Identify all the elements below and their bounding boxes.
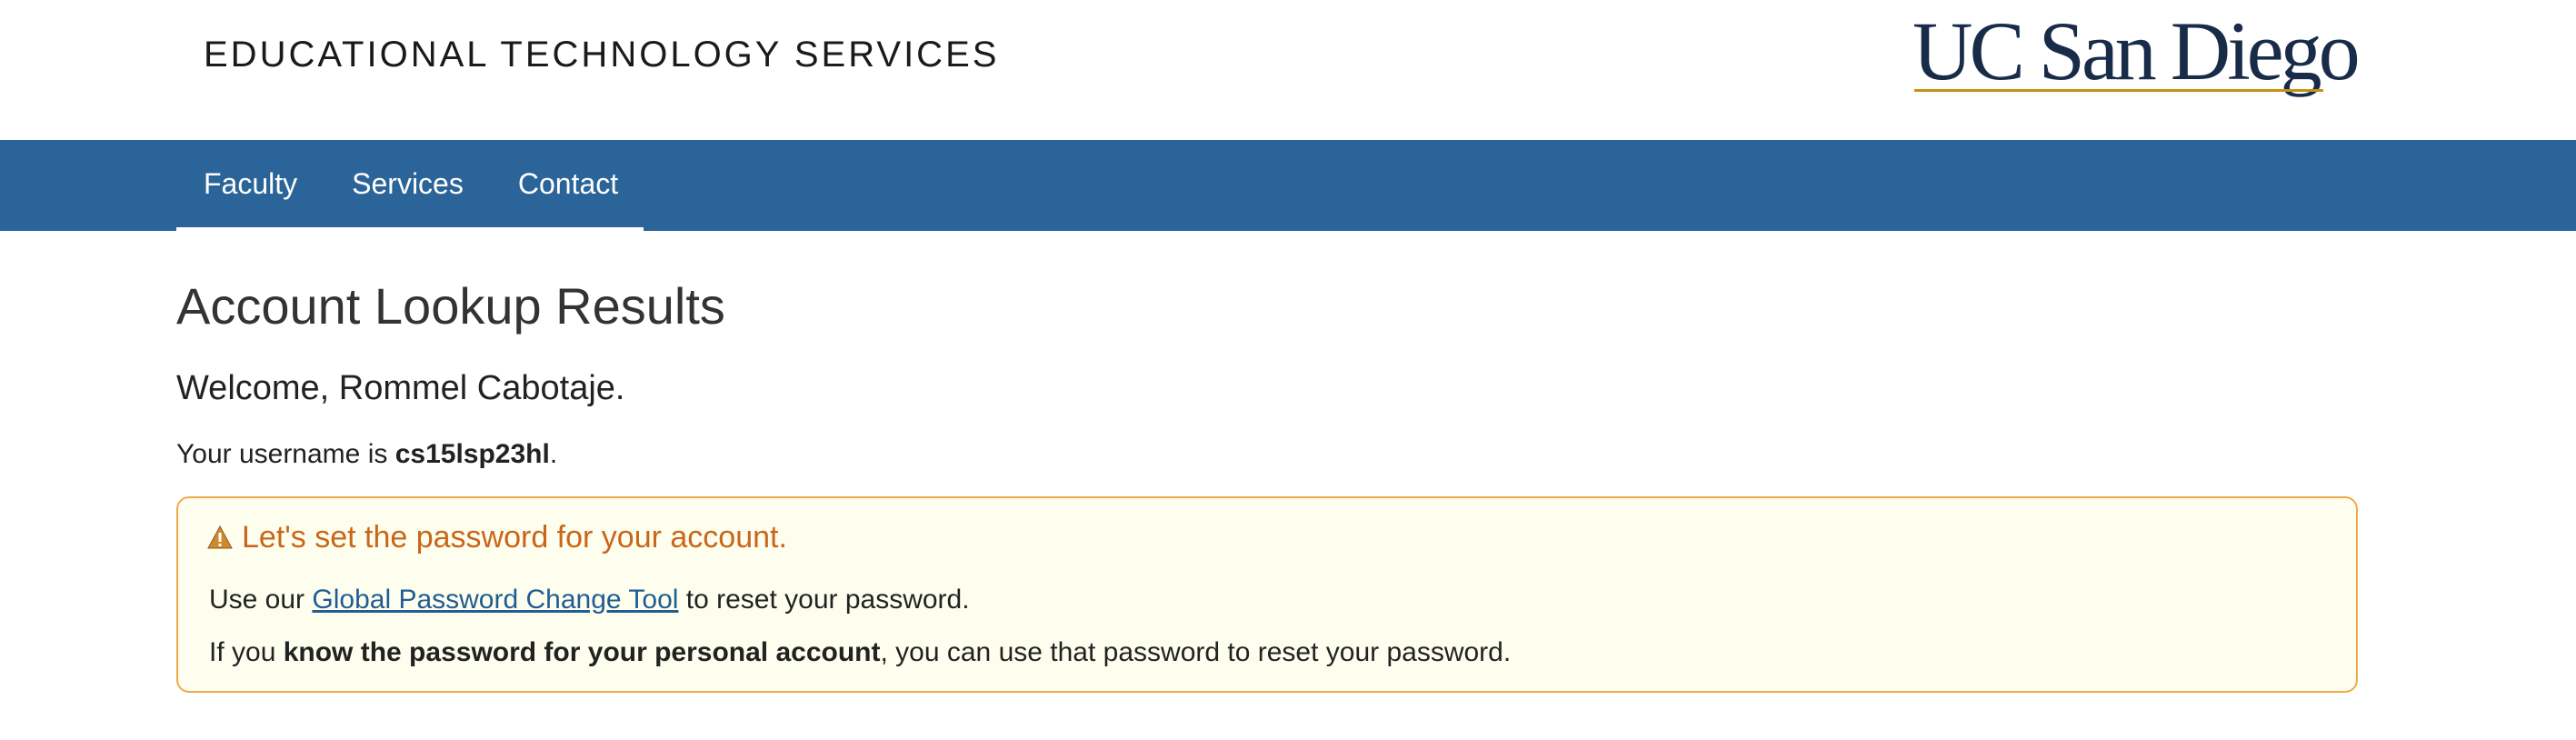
alert-line2-suffix: , you can use that password to reset you…	[880, 637, 1512, 667]
alert-line-personal-account: If you know the password for your person…	[209, 635, 1511, 671]
page-title: Account Lookup Results	[176, 277, 725, 335]
username-value: cs15lsp23hl	[394, 439, 550, 469]
site-header: EDUCATIONAL TECHNOLOGY SERVICES UC San D…	[0, 0, 2576, 140]
nav-item-faculty[interactable]: Faculty	[176, 165, 324, 202]
alert-line-change-tool: Use our Global Password Change Tool to r…	[209, 582, 970, 618]
nav-item-contact[interactable]: Contact	[491, 165, 645, 202]
password-alert: Let's set the password for your account.…	[176, 496, 2358, 693]
alert-line2-bold: know the password for your personal acco…	[283, 637, 881, 667]
global-password-change-tool-link[interactable]: Global Password Change Tool	[312, 585, 678, 615]
site-title[interactable]: EDUCATIONAL TECHNOLOGY SERVICES	[204, 33, 999, 76]
username-suffix: .	[549, 439, 558, 469]
alert-line1-prefix: Use our	[209, 585, 313, 615]
main-navbar: Faculty Services Contact	[0, 140, 2576, 231]
username-line: Your username is cs15lsp23hl.	[176, 436, 557, 473]
alert-line1-suffix: to reset your password.	[678, 585, 970, 615]
nav-item-services[interactable]: Services	[324, 165, 491, 202]
alert-heading-text: Let's set the password for your account.	[242, 520, 787, 555]
nav-menu: Faculty Services Contact	[176, 140, 644, 231]
ucsd-logo[interactable]: UC San Diego	[1912, 5, 2361, 97]
logo-text: UC San Diego	[1912, 5, 2361, 97]
welcome-message: Welcome, Rommel Cabotaje.	[176, 369, 625, 407]
warning-icon	[207, 518, 233, 549]
alert-line2-prefix: If you	[209, 637, 284, 667]
alert-heading: Let's set the password for your account.	[207, 516, 787, 558]
logo-underline	[1914, 89, 2323, 92]
username-prefix: Your username is	[176, 439, 395, 469]
